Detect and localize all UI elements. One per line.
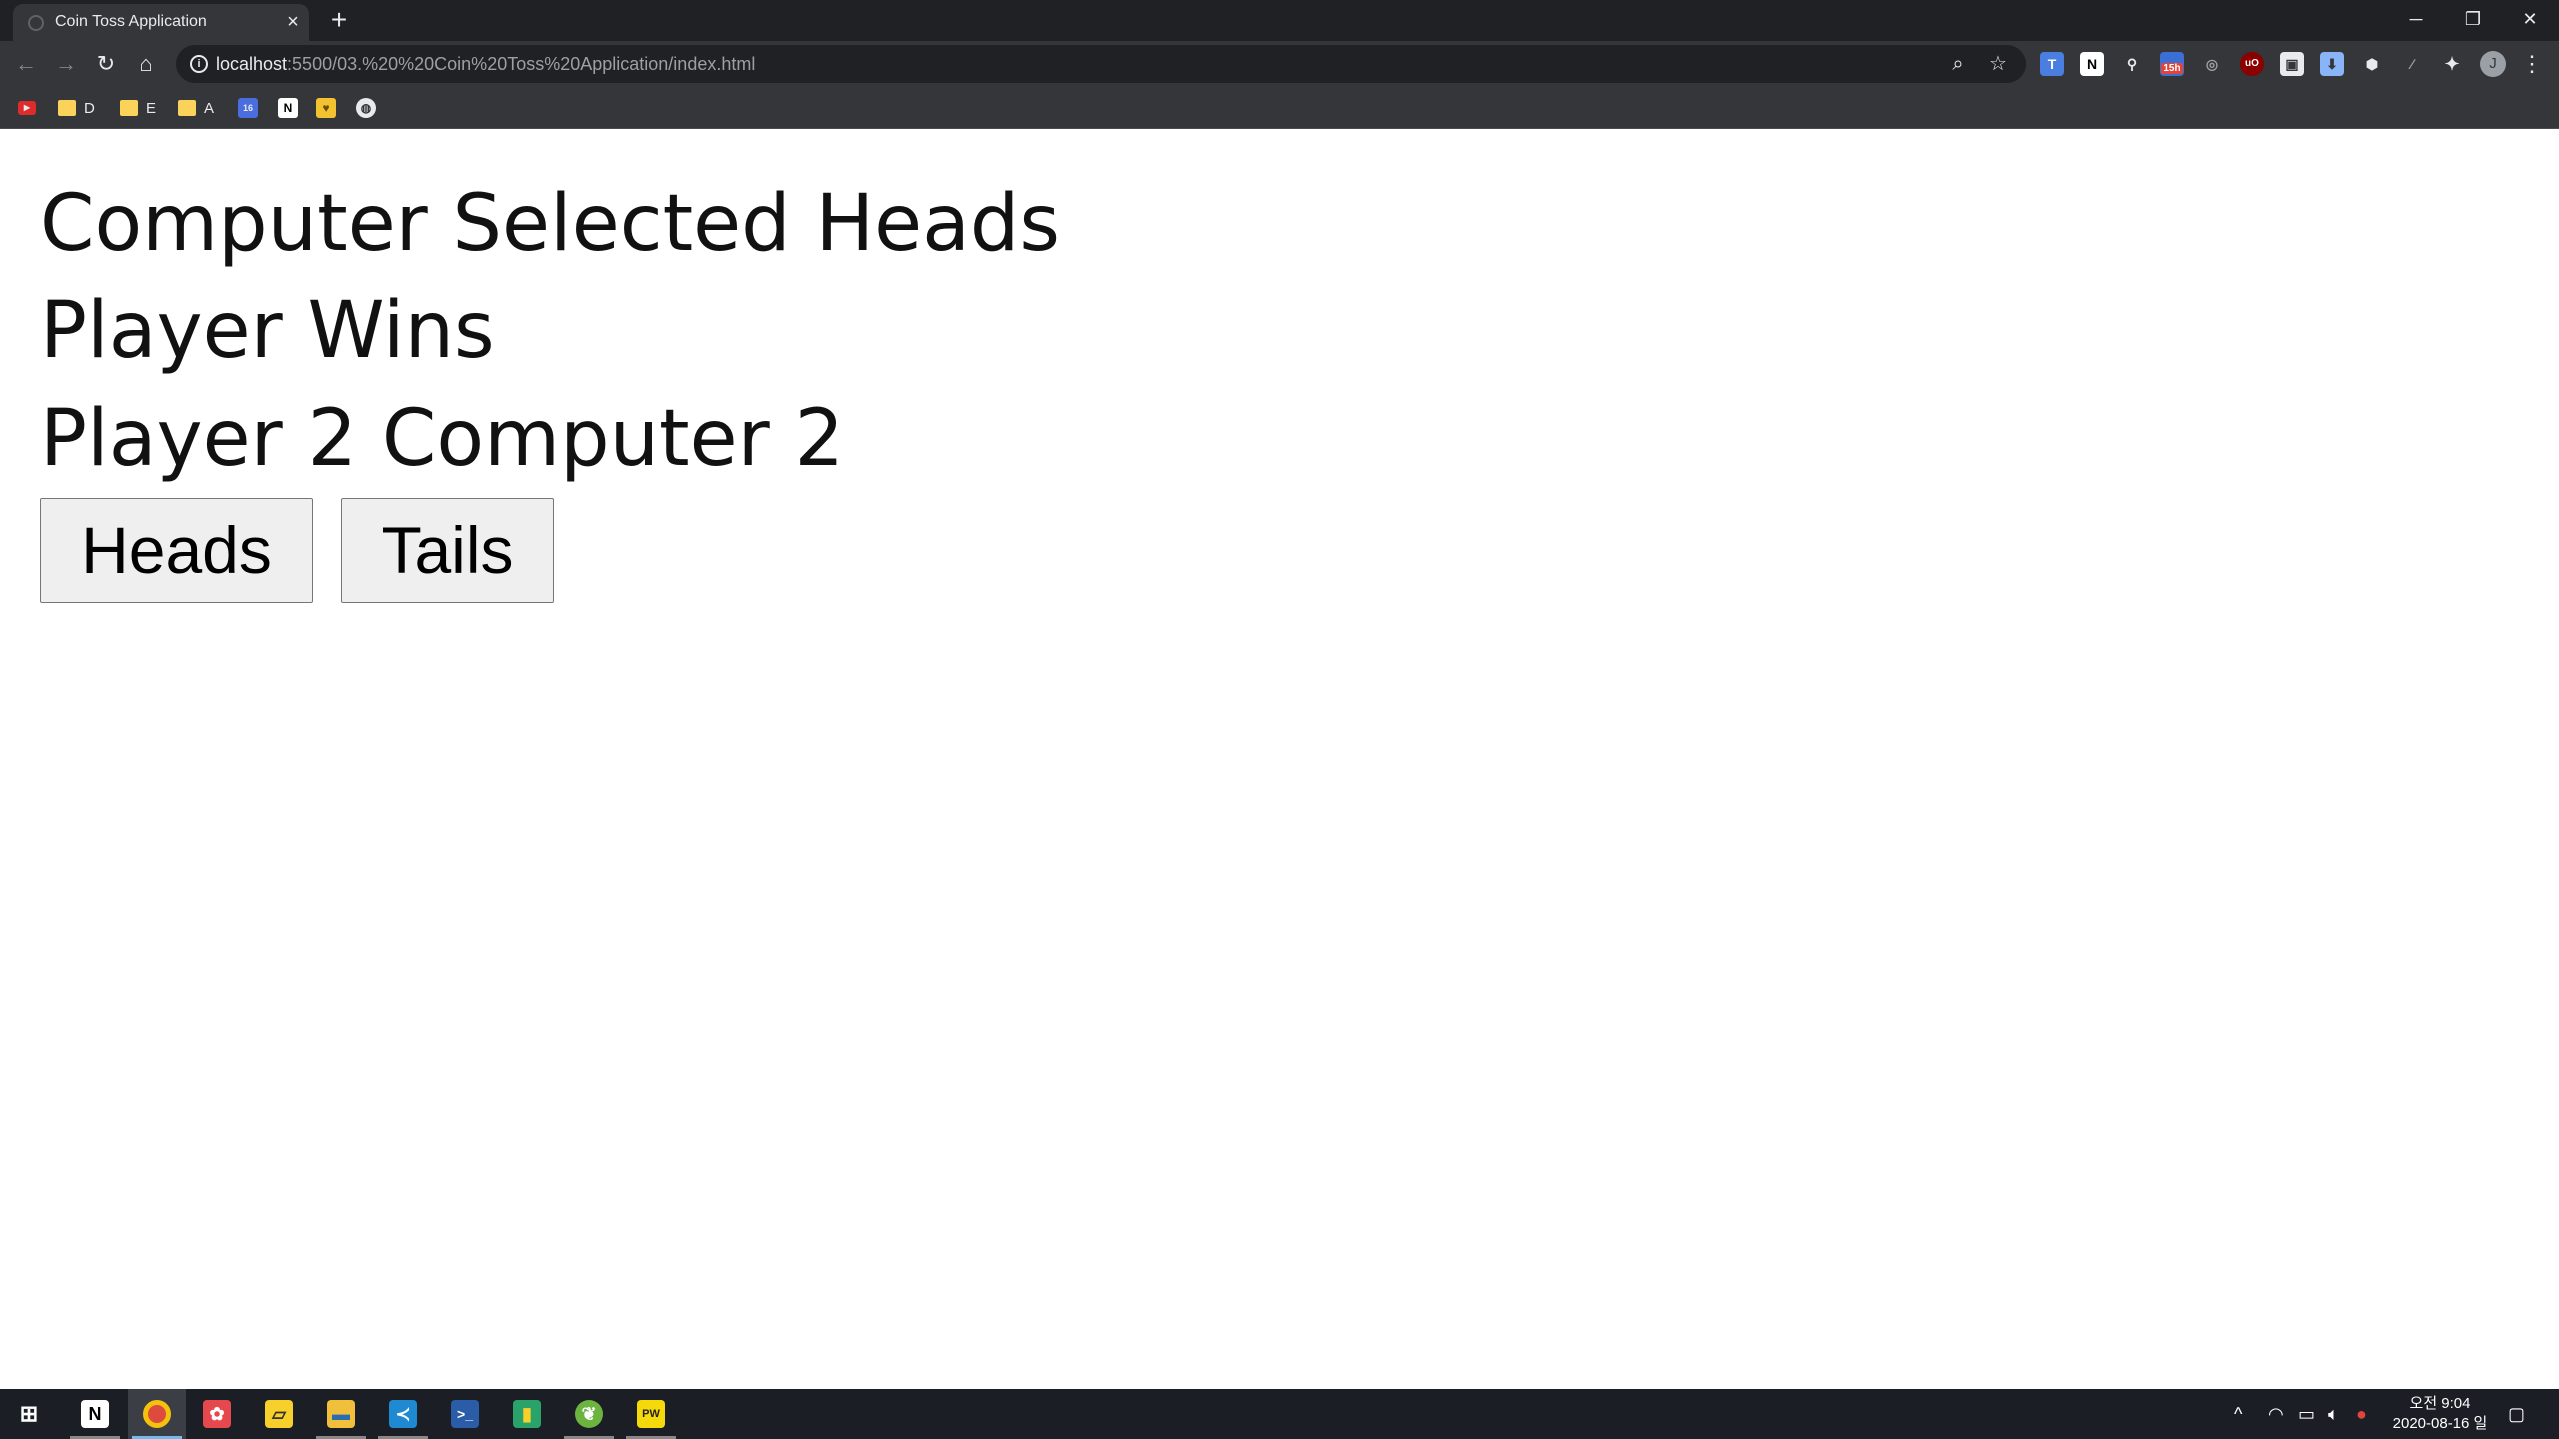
folder-icon: [178, 100, 196, 116]
clock-time: 오전 9:04: [2409, 1395, 2471, 1412]
taskbar-app-yellow[interactable]: PW: [622, 1389, 680, 1439]
url-path: :5500/03.%20%20Coin%20Toss%20Application…: [287, 54, 756, 74]
bookmark-folder-a[interactable]: A: [178, 95, 214, 121]
bookmark-icon: ♥: [316, 98, 336, 118]
sticky-notes-icon: ▱: [265, 1400, 293, 1428]
windows-logo-icon: ⊞: [19, 1401, 39, 1426]
bookmark-label: D: [84, 99, 95, 117]
tab-active[interactable]: Coin Toss Application ×: [13, 4, 309, 41]
tab-title: Coin Toss Application: [55, 13, 207, 30]
trello-extension-icon[interactable]: T: [2040, 52, 2064, 76]
bookmark-youtube[interactable]: ▶: [18, 95, 36, 121]
score-text: Player 2 Computer 2: [40, 394, 845, 484]
bookmark-folder-d[interactable]: D: [58, 95, 95, 121]
taskbar-clock[interactable]: 오전 9:04 2020-08-16 일: [2380, 1394, 2500, 1434]
powershell-icon: >_: [451, 1400, 479, 1428]
bookmark-folder-e[interactable]: E: [120, 95, 156, 121]
taskbar-app-green[interactable]: ▮: [498, 1389, 556, 1439]
taskbar-app-red[interactable]: ✿: [188, 1389, 246, 1439]
ublock-extension-icon[interactable]: uO: [2240, 52, 2264, 76]
tray-overflow-icon[interactable]: ^: [2234, 1389, 2242, 1439]
extensions-puzzle-icon[interactable]: ✦: [2440, 52, 2464, 76]
pen-extension-icon[interactable]: ∕: [2400, 52, 2424, 76]
bookmark-star-icon[interactable]: ☆: [1986, 52, 2010, 76]
calendar-icon: 16: [238, 98, 258, 118]
bookmark-yellow[interactable]: ♥: [316, 95, 336, 121]
youtube-icon: ▶: [18, 101, 36, 115]
folder-icon: [58, 100, 76, 116]
tab-strip: Coin Toss Application × + ─ ❐ ✕: [0, 0, 2559, 41]
download-extension-icon[interactable]: ⬇: [2320, 52, 2344, 76]
new-tab-button[interactable]: +: [325, 6, 353, 34]
notion-app-icon: N: [81, 1400, 109, 1428]
reload-icon[interactable]: ↻: [92, 50, 120, 78]
profile-avatar[interactable]: J: [2480, 51, 2506, 77]
back-arrow-icon[interactable]: ←: [12, 50, 40, 78]
site-info-icon[interactable]: i: [190, 55, 208, 73]
home-icon[interactable]: ⌂: [132, 50, 160, 78]
page-content: Computer Selected Heads Player Wins Play…: [0, 129, 2559, 1389]
bookmark-label: E: [146, 99, 157, 117]
taskbar: ⊞ N ✿ ▱ ▬ ≺ >_ ▮ ❦ PW ^ ◠ ▭ 🔈︎ ● 오전 9:04…: [0, 1389, 2559, 1439]
timer-extension-badge: 15h: [2161, 63, 2183, 74]
tails-button[interactable]: Tails: [341, 498, 554, 603]
close-window-icon[interactable]: ✕: [2510, 4, 2550, 34]
timer-extension-icon[interactable]: 15h: [2160, 52, 2184, 76]
taskbar-vscode[interactable]: ≺: [374, 1389, 432, 1439]
octotree-extension-icon[interactable]: ◎: [2200, 52, 2224, 76]
taskbar-notion[interactable]: N: [66, 1389, 124, 1439]
tab-close-icon[interactable]: ×: [283, 12, 303, 32]
vscode-app-icon: ≺: [389, 1400, 417, 1428]
bookmark-notion[interactable]: N: [278, 95, 298, 121]
folder-icon: [120, 100, 138, 116]
clock-date: 2020-08-16 일: [2392, 1415, 2488, 1432]
yellow-app-icon: PW: [637, 1400, 665, 1428]
spring-leaf-icon: ❦: [575, 1400, 603, 1428]
notification-icon[interactable]: ▢: [2508, 1389, 2525, 1439]
browser-toolbar: ← → ↻ ⌂ i localhost:5500/03.%20%20Coin%2…: [0, 41, 2559, 87]
address-bar[interactable]: i localhost:5500/03.%20%20Coin%20Toss%20…: [176, 45, 2026, 83]
notion-icon: N: [278, 98, 298, 118]
bookmark-label: A: [204, 99, 215, 117]
start-button[interactable]: ⊞: [0, 1389, 58, 1439]
taskbar-sticky-notes[interactable]: ▱: [250, 1389, 308, 1439]
folder-app-icon: ▬: [327, 1400, 355, 1428]
computer-selection-text: Computer Selected Heads: [40, 179, 1061, 269]
save-extension-icon[interactable]: ▣: [2280, 52, 2304, 76]
battery-icon[interactable]: ▭: [2298, 1389, 2315, 1439]
taskbar-spring[interactable]: ❦: [560, 1389, 618, 1439]
chart-app-icon: ▮: [513, 1400, 541, 1428]
notion-extension-icon[interactable]: N: [2080, 52, 2104, 76]
taskbar-chrome[interactable]: [128, 1389, 186, 1439]
wifi-icon[interactable]: ◠: [2268, 1389, 2284, 1439]
forward-arrow-icon[interactable]: →: [52, 50, 80, 78]
globe-icon: ◍: [356, 98, 376, 118]
bookmarks-bar: ▶ D E A 16 N ♥ ◍: [0, 87, 2559, 129]
package-extension-icon[interactable]: ⬢: [2360, 52, 2384, 76]
minimize-icon[interactable]: ─: [2396, 4, 2436, 34]
url-host: localhost: [216, 54, 288, 74]
flower-app-icon: ✿: [203, 1400, 231, 1428]
location-extension-icon[interactable]: ⚲: [2120, 52, 2144, 76]
menu-kebab-icon[interactable]: ⋮: [2520, 50, 2544, 78]
restore-icon[interactable]: ❐: [2453, 4, 2493, 34]
record-icon[interactable]: ●: [2356, 1389, 2367, 1439]
bookmark-calendar[interactable]: 16: [238, 95, 258, 121]
bookmark-globe[interactable]: ◍: [356, 95, 376, 121]
tab-favicon-icon: [28, 15, 44, 31]
heads-button[interactable]: Heads: [40, 498, 313, 603]
winner-text: Player Wins: [40, 286, 495, 376]
url-text[interactable]: localhost:5500/03.%20%20Coin%20Toss%20Ap…: [216, 54, 755, 75]
volume-icon[interactable]: 🔈︎: [2328, 1389, 2339, 1439]
taskbar-powershell[interactable]: >_: [436, 1389, 494, 1439]
taskbar-file-explorer[interactable]: ▬: [312, 1389, 370, 1439]
chrome-app-icon: [143, 1400, 171, 1428]
zoom-icon[interactable]: ⌕: [1946, 52, 1970, 76]
